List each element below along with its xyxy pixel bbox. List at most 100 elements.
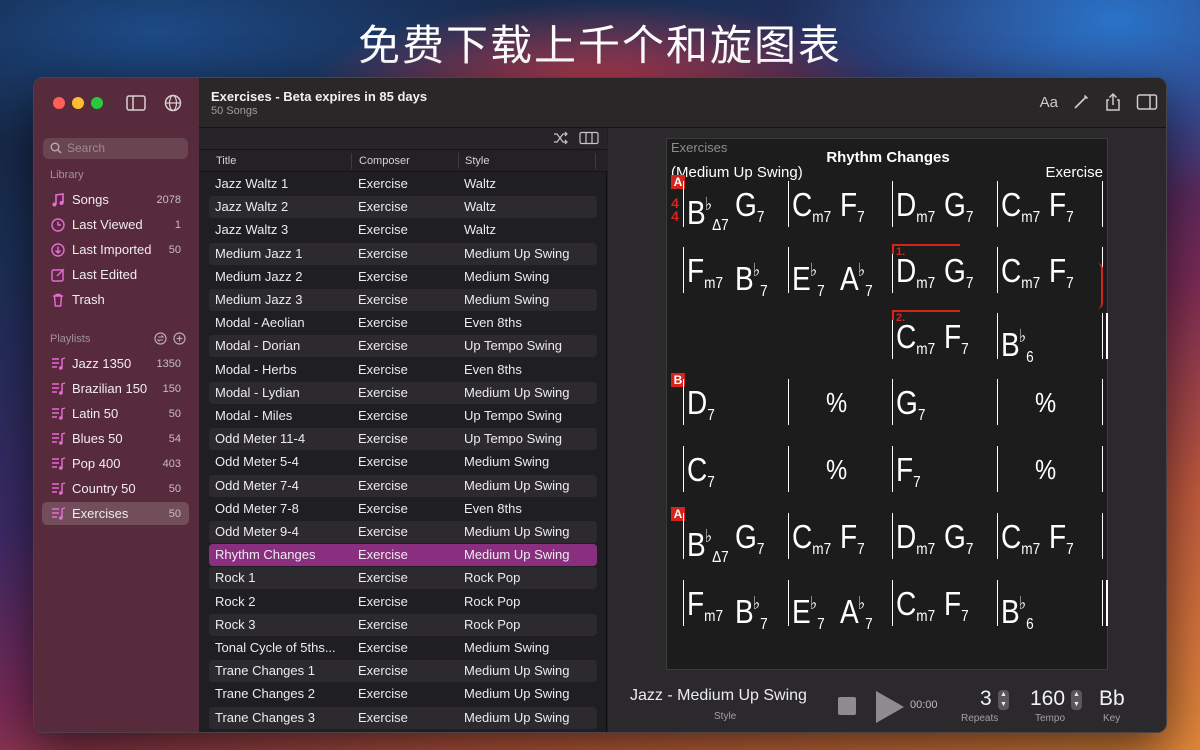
chord-symbol[interactable]: A♭7 [840, 587, 873, 641]
table-row[interactable]: Modal - Aeolian Exercise Even 8ths [209, 312, 597, 334]
shuffle-icon[interactable] [553, 131, 569, 145]
sidebar-item-pop[interactable]: Pop 400 403 [42, 452, 189, 475]
chord-symbol[interactable]: Dm7 [896, 520, 935, 566]
chord-symbol[interactable]: B♭Δ7 [687, 188, 729, 242]
repeat-measure-sign[interactable]: % [826, 386, 847, 419]
chord-symbol[interactable]: B♭6 [1001, 320, 1034, 374]
table-row[interactable]: Odd Meter 7-8 Exercise Even 8ths [209, 498, 597, 520]
table-row[interactable]: Odd Meter 11-4 Exercise Up Tempo Swing [209, 428, 597, 451]
style-selector[interactable]: Jazz - Medium Up Swing [630, 687, 807, 705]
sidebar-item-country[interactable]: Country 50 50 [42, 477, 189, 500]
zoom-button[interactable] [91, 97, 103, 109]
chord-symbol[interactable]: B♭7 [735, 254, 768, 308]
sidebar-item-last-imported[interactable]: Last Imported 50 [42, 238, 189, 261]
column-header-style[interactable]: Style [465, 155, 489, 167]
inspector-toggle-icon[interactable] [1136, 93, 1158, 111]
chord-symbol[interactable]: G7 [944, 520, 973, 566]
table-row[interactable]: Modal - Herbs Exercise Even 8ths [209, 359, 597, 381]
search-input[interactable]: Search [43, 138, 188, 159]
chord-symbol[interactable]: F7 [896, 453, 921, 499]
table-row[interactable]: Modal - Dorian Exercise Up Tempo Swing [209, 335, 597, 358]
share-icon[interactable] [1104, 92, 1122, 112]
table-row[interactable]: Jazz Waltz 3 Exercise Waltz [209, 219, 597, 241]
globe-icon[interactable] [162, 93, 184, 113]
chord-symbol[interactable]: B♭7 [735, 587, 768, 641]
chord-symbol[interactable]: Cm7 [896, 320, 935, 366]
repeat-measure-sign[interactable]: % [826, 453, 847, 486]
chord-symbol[interactable]: Cm7 [1001, 188, 1040, 234]
chord-symbol[interactable]: C7 [687, 453, 715, 499]
chord-symbol[interactable]: Cm7 [896, 587, 935, 633]
chord-symbol[interactable]: B♭Δ7 [687, 520, 729, 574]
table-row[interactable]: Rock 2 Exercise Rock Pop [209, 591, 597, 613]
repeat-measure-sign[interactable]: % [1035, 453, 1056, 486]
repeat-measure-sign[interactable]: % [1035, 386, 1056, 419]
column-header-composer[interactable]: Composer [359, 155, 410, 167]
chord-symbol[interactable]: E♭7 [792, 587, 825, 641]
play-button[interactable] [876, 691, 904, 723]
table-row[interactable]: Rock 1 Exercise Rock Pop [209, 567, 597, 590]
chord-symbol[interactable]: F7 [1049, 254, 1074, 300]
chord-symbol[interactable]: D7 [687, 386, 715, 432]
chord-symbol[interactable]: G7 [896, 386, 925, 432]
chord-symbol[interactable]: Cm7 [792, 520, 831, 566]
table-row[interactable]: Odd Meter 9-4 Exercise Medium Up Swing [209, 521, 597, 543]
chord-symbol[interactable]: G7 [735, 188, 764, 234]
columns-icon[interactable] [579, 131, 599, 145]
table-row[interactable]: Trane Changes 2 Exercise Medium Up Swing [209, 683, 597, 705]
sidebar-item-last-edited[interactable]: Last Edited [42, 263, 189, 286]
close-button[interactable] [53, 97, 65, 109]
pencil-icon[interactable] [1072, 93, 1090, 111]
column-header-title[interactable]: Title [216, 155, 236, 167]
chord-symbol[interactable]: G7 [944, 188, 973, 234]
table-row[interactable]: Trane Changes 3 Exercise Medium Up Swing [209, 706, 597, 729]
tempo-stepper[interactable]: ▲ ▼ [1071, 690, 1082, 710]
table-row[interactable]: Jazz Waltz 1 Exercise Waltz [209, 173, 597, 195]
sidebar-item-latin[interactable]: Latin 50 50 [42, 402, 189, 425]
sidebar-item-exercises[interactable]: Exercises 50 [42, 502, 189, 525]
chord-symbol[interactable]: F7 [1049, 188, 1074, 234]
chord-symbol[interactable]: E♭7 [792, 254, 825, 308]
table-row[interactable]: Medium Jazz 2 Exercise Medium Swing [209, 266, 597, 288]
table-row[interactable]: Medium Jazz 1 Exercise Medium Up Swing [209, 242, 597, 265]
table-row[interactable]: Trane Changes 1 Exercise Medium Up Swing [209, 660, 597, 683]
chord-symbol[interactable]: F7 [840, 188, 865, 234]
chord-symbol[interactable]: Dm7 [896, 254, 935, 300]
font-button[interactable]: Aa [1040, 94, 1058, 111]
sidebar-item-brazilian[interactable]: Brazilian 150 150 [42, 377, 189, 400]
chord-symbol[interactable]: F7 [840, 520, 865, 566]
chord-symbol[interactable]: G7 [735, 520, 764, 566]
chord-symbol[interactable]: A♭7 [840, 254, 873, 308]
repeats-stepper[interactable]: ▲ ▼ [998, 690, 1009, 710]
key-value[interactable]: Bb [1099, 687, 1125, 711]
table-row[interactable]: Modal - Miles Exercise Up Tempo Swing [209, 405, 597, 427]
chord-symbol[interactable]: Fm7 [687, 254, 723, 300]
chord-symbol[interactable]: F7 [1049, 520, 1074, 566]
minimize-button[interactable] [72, 97, 84, 109]
sidebar-toggle-icon[interactable] [125, 93, 147, 113]
table-row[interactable]: Jazz Waltz 2 Exercise Waltz [209, 196, 597, 219]
table-row[interactable]: Rock 3 Exercise Rock Pop [209, 613, 597, 636]
stop-button[interactable] [838, 697, 856, 715]
chord-symbol[interactable]: Fm7 [687, 587, 723, 633]
sidebar-item-songs[interactable]: Songs 2078 [42, 188, 189, 211]
sidebar-item-trash[interactable]: Trash [42, 288, 189, 311]
chord-symbol[interactable]: B♭6 [1001, 587, 1034, 641]
add-playlist-icon[interactable] [173, 332, 186, 345]
table-row[interactable]: Odd Meter 7-4 Exercise Medium Up Swing [209, 474, 597, 497]
chord-symbol[interactable]: F7 [944, 320, 969, 366]
chord-symbol[interactable]: Cm7 [792, 188, 831, 234]
table-row[interactable]: Odd Meter 5-4 Exercise Medium Swing [209, 451, 597, 473]
table-row[interactable]: Rhythm Changes Exercise Medium Up Swing [209, 544, 597, 567]
sync-icon[interactable] [154, 332, 167, 345]
sidebar-item-last-viewed[interactable]: Last Viewed 1 [42, 213, 189, 236]
chord-symbol[interactable]: Cm7 [1001, 254, 1040, 300]
sidebar-item-jazz[interactable]: Jazz 1350 1350 [42, 352, 189, 375]
chord-symbol[interactable]: Cm7 [1001, 520, 1040, 566]
chord-symbol[interactable]: F7 [944, 587, 969, 633]
table-row[interactable]: Modal - Lydian Exercise Medium Up Swing [209, 381, 597, 404]
chord-symbol[interactable]: Dm7 [896, 188, 935, 234]
chord-symbol[interactable]: G7 [944, 254, 973, 300]
sidebar-item-blues[interactable]: Blues 50 54 [42, 427, 189, 450]
table-row[interactable]: Tonal Cycle of 5ths... Exercise Medium Swi… [209, 637, 597, 659]
